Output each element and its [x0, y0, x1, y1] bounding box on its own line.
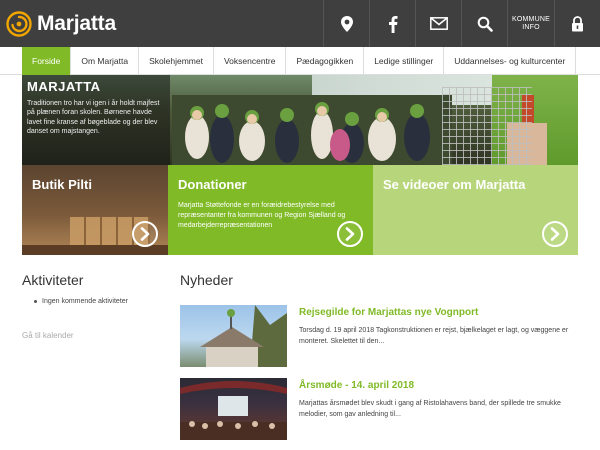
kommune-info-label: KOMMUNE INFO [512, 15, 550, 31]
news-heading: Nyheder [180, 272, 233, 288]
hero-text: Traditionen tro har vi igen i år holdt m… [27, 100, 160, 135]
facebook-icon [388, 15, 397, 33]
arrow-right-circle-icon[interactable] [337, 221, 363, 247]
nav-item-pædagogikken[interactable]: Pædagogikken [286, 47, 365, 75]
tile-butik-pilti[interactable]: Butik Pilti [22, 165, 168, 255]
news-title[interactable]: Rejsegilde for Marjattas nye Vognport [299, 307, 478, 318]
calendar-link[interactable]: Gå til kalender [22, 331, 162, 340]
mail-button[interactable] [415, 0, 461, 47]
news-item: Årsmøde - 14. april 2018 Marjattas årsmø… [180, 378, 578, 440]
swirl-logo-icon [6, 11, 32, 37]
nav-item-uddannelses-og-kulturcenter[interactable]: Uddannelses- og kulturcenter [444, 47, 577, 75]
tile-videoer[interactable]: Se videoer om Marjatta [373, 165, 578, 255]
news-image[interactable] [180, 305, 287, 367]
news-image[interactable] [180, 378, 287, 440]
nav-item-skolehjemmet[interactable]: Skolehjemmet [139, 47, 214, 75]
news-title[interactable]: Årsmøde - 14. april 2018 [299, 380, 414, 391]
news-item: Rejsegilde for Marjattas nye Vognport To… [180, 305, 578, 367]
nav-item-forside[interactable]: Forside [22, 47, 72, 75]
tile-title: Se videoer om Marjatta [383, 177, 526, 192]
hero-title: MARJATTA [27, 79, 101, 94]
facebook-button[interactable] [369, 0, 415, 47]
nav-item-om-marjatta[interactable]: Om Marjatta [71, 47, 140, 75]
location-pin-icon [340, 15, 353, 32]
tile-donationer[interactable]: Donationer Marjatta Støttefonde er en fo… [168, 165, 373, 255]
mail-icon [429, 17, 448, 30]
nav-item-voksencentre[interactable]: Voksencentre [214, 47, 287, 75]
search-icon [477, 16, 493, 32]
logo[interactable]: Marjatta [6, 8, 116, 40]
news-text: Marjattas årsmødet blev skudt i gang af … [299, 400, 561, 418]
activities-heading: Aktiviteter [22, 272, 84, 288]
arrow-right-circle-icon[interactable] [132, 221, 158, 247]
activities-list: Ingen kommende aktiviteter [22, 298, 162, 305]
feature-tiles: Butik Pilti Donationer Marjatta Støttefo… [22, 165, 578, 255]
search-button[interactable] [461, 0, 507, 47]
top-bar: Marjatta KOMMUNE INFO [0, 0, 600, 47]
tile-text: Marjatta Støttefonde er en foræidrebesty… [178, 202, 346, 229]
list-item: Ingen kommende aktiviteter [22, 298, 162, 305]
news-text: Torsdag d. 19 april 2018 Tagkonstruktion… [299, 327, 569, 345]
logo-text: Marjatta [37, 12, 116, 35]
location-button[interactable] [323, 0, 369, 47]
news-section: Nyheder Rejsegilde for Marjattas nye Vog… [180, 272, 578, 440]
tile-title: Butik Pilti [32, 177, 92, 192]
nav-item-ledige-stillinger[interactable]: Ledige stillinger [364, 47, 445, 75]
hero-banner[interactable]: MARJATTA Traditionen tro har vi igen i å… [22, 75, 578, 165]
activities-section: Aktiviteter Ingen kommende aktiviteter G… [22, 272, 162, 340]
hero-caption: MARJATTA Traditionen tro har vi igen i å… [22, 75, 170, 165]
arrow-right-circle-icon[interactable] [542, 221, 568, 247]
login-button[interactable] [554, 0, 600, 47]
lock-icon [572, 15, 583, 31]
kommune-info-button[interactable]: KOMMUNE INFO [507, 0, 554, 47]
tile-title: Donationer [178, 177, 247, 192]
main-nav: Forside Om Marjatta Skolehjemmet Voksencent… [0, 47, 600, 75]
